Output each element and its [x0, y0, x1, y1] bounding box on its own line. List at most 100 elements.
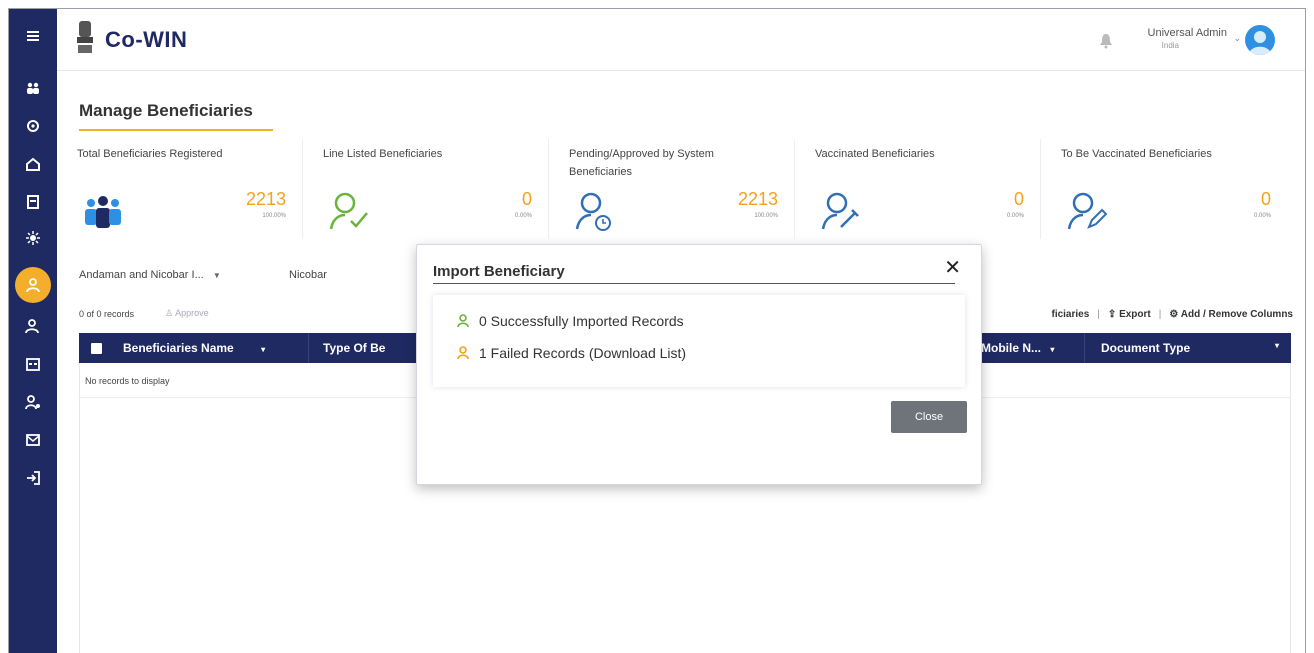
- select-all-checkbox[interactable]: [91, 343, 102, 354]
- user-gear-icon: [25, 395, 40, 410]
- card-percent: 0.00%: [514, 213, 532, 219]
- column-document-type[interactable]: Document Type: [1101, 341, 1190, 355]
- home-icon: [26, 157, 40, 171]
- modal-title: Import Beneficiary: [433, 263, 565, 280]
- success-text: 0 Successfully Imported Records: [479, 313, 684, 329]
- user-outline-icon: [25, 319, 39, 334]
- sidebar-item-messages[interactable]: [9, 425, 57, 455]
- column-mobile-number[interactable]: Mobile N... ▾: [981, 341, 1054, 355]
- sidebar-item-user-settings[interactable]: [9, 387, 57, 417]
- card-title: To Be Vaccinated Beneficiaries: [1061, 148, 1212, 160]
- beneficiaries-link[interactable]: ficiaries: [1051, 309, 1089, 320]
- column-label: Document Type: [1101, 341, 1191, 355]
- menu-icon[interactable]: [9, 21, 57, 51]
- add-remove-columns-label: Add / Remove Columns: [1180, 309, 1293, 320]
- grid-toolbar: ficiaries | ⇪ Export | ⚙ Add / Remove Co…: [1051, 309, 1293, 320]
- card-percent: 100.00%: [754, 213, 778, 219]
- sidebar-item-vaccine[interactable]: [9, 223, 57, 253]
- sidebar-item-schedule[interactable]: [9, 349, 57, 379]
- user-check-icon: [329, 192, 368, 230]
- card-value: 2213: [245, 189, 286, 209]
- column-divider: [1084, 333, 1085, 363]
- people-group-icon: [85, 196, 121, 228]
- card-value: 2213: [737, 189, 778, 209]
- logout-icon: [27, 471, 40, 485]
- failed-text: 1 Failed Records: [479, 345, 585, 361]
- page-title: Manage Beneficiaries: [79, 101, 273, 131]
- stats-cards: Total Beneficiaries Registered 2213 100.…: [69, 139, 1299, 239]
- district-dropdown[interactable]: Nicobar: [289, 269, 327, 281]
- chevron-down-icon[interactable]: ⌄: [1233, 33, 1241, 44]
- chevron-down-icon: ▼: [212, 271, 221, 280]
- export-label: Export: [1119, 309, 1151, 320]
- app-window: Co-WIN Universal Admin India ⌄ Manage Be…: [8, 8, 1306, 653]
- card-title: Pending/Approved by System Beneficiaries: [569, 148, 714, 178]
- calendar-icon: [26, 358, 40, 371]
- state-dropdown[interactable]: Andaman and Nicobar I... ▼: [79, 269, 265, 281]
- column-label: Beneficiaries Name: [123, 341, 234, 355]
- card-percent: 100.00%: [262, 213, 286, 219]
- column-label: Mobile N...: [981, 341, 1041, 355]
- empty-message: No records to display: [85, 376, 170, 386]
- stat-card-pending: Pending/Approved by System Beneficiaries…: [561, 139, 795, 239]
- user-name[interactable]: Universal Admin: [1148, 27, 1227, 39]
- close-button[interactable]: Close: [891, 401, 967, 433]
- sidebar-item-beneficiaries[interactable]: [15, 267, 51, 303]
- column-type-of-beneficiary[interactable]: Type Of Be: [323, 341, 385, 355]
- divider: |: [1097, 309, 1100, 320]
- card-value: 0: [1013, 189, 1024, 209]
- stat-card-to-be-vaccinated: To Be Vaccinated Beneficiaries 0 0.00%: [1053, 139, 1287, 239]
- card-title: Vaccinated Beneficiaries: [815, 148, 935, 160]
- sidebar: [9, 9, 57, 653]
- export-button[interactable]: ⇪ Export: [1108, 309, 1151, 320]
- close-icon[interactable]: ✕: [944, 255, 961, 280]
- stat-card-vaccinated: Vaccinated Beneficiaries 0 0.00%: [807, 139, 1041, 239]
- failed-row: 1 Failed Records (Download List): [457, 345, 686, 361]
- card-title: Total Beneficiaries Registered: [77, 148, 223, 160]
- national-emblem-icon: [77, 21, 93, 53]
- sidebar-item-home[interactable]: [9, 149, 57, 179]
- records-count: 0 of 0 records: [79, 309, 135, 319]
- column-beneficiaries-name[interactable]: Beneficiaries Name ▾: [123, 341, 265, 355]
- import-beneficiary-modal: Import Beneficiary ✕ 0 Successfully Impo…: [416, 244, 982, 485]
- card-title: Line Listed Beneficiaries: [323, 148, 443, 160]
- stat-card-line-listed: Line Listed Beneficiaries 0 0.00%: [315, 139, 549, 239]
- sidebar-item-users[interactable]: [9, 311, 57, 341]
- state-value: Andaman and Nicobar I...: [79, 269, 204, 281]
- avatar[interactable]: [1245, 25, 1275, 55]
- settings-icon: ⚙: [1169, 309, 1179, 320]
- sidebar-item-logout[interactable]: [9, 463, 57, 493]
- approve-label: Approve: [175, 308, 209, 318]
- user-failed-icon: [457, 346, 469, 360]
- approve-button[interactable]: ♙ Approve: [165, 308, 209, 319]
- column-label: Type Of Be: [323, 341, 386, 355]
- user-check-icon: ♙: [165, 308, 174, 318]
- card-percent: 0.00%: [1006, 213, 1024, 219]
- user-success-icon: [457, 314, 469, 328]
- top-header: Co-WIN Universal Admin India ⌄: [57, 9, 1305, 71]
- sort-icon[interactable]: ▾: [1275, 341, 1279, 350]
- sidebar-item-reports[interactable]: [9, 187, 57, 217]
- user-icon: [26, 278, 40, 293]
- district-value: Nicobar: [289, 269, 327, 281]
- report-icon: [27, 195, 39, 209]
- user-role: India: [1161, 41, 1179, 50]
- virus-icon: [26, 231, 40, 245]
- modal-title-divider: [433, 283, 955, 284]
- column-divider: [308, 333, 309, 363]
- gear-user-icon: [27, 120, 39, 132]
- stat-card-total: Total Beneficiaries Registered 2213 100.…: [69, 139, 303, 239]
- user-edit-icon: [1067, 192, 1108, 230]
- sort-icon[interactable]: ▾: [261, 345, 265, 354]
- sidebar-item-facility[interactable]: [9, 111, 57, 141]
- sort-icon[interactable]: ▾: [1050, 345, 1054, 354]
- mail-icon: [26, 434, 40, 446]
- add-remove-columns-button[interactable]: ⚙ Add / Remove Columns: [1169, 309, 1293, 320]
- card-value: 0: [521, 189, 532, 209]
- user-clock-icon: [575, 192, 611, 231]
- download-list-link[interactable]: (Download List): [589, 345, 686, 361]
- sidebar-item-dashboard[interactable]: [9, 73, 57, 103]
- user-syringe-icon: [821, 192, 859, 230]
- divider: |: [1158, 309, 1162, 320]
- bell-icon[interactable]: [1099, 33, 1113, 49]
